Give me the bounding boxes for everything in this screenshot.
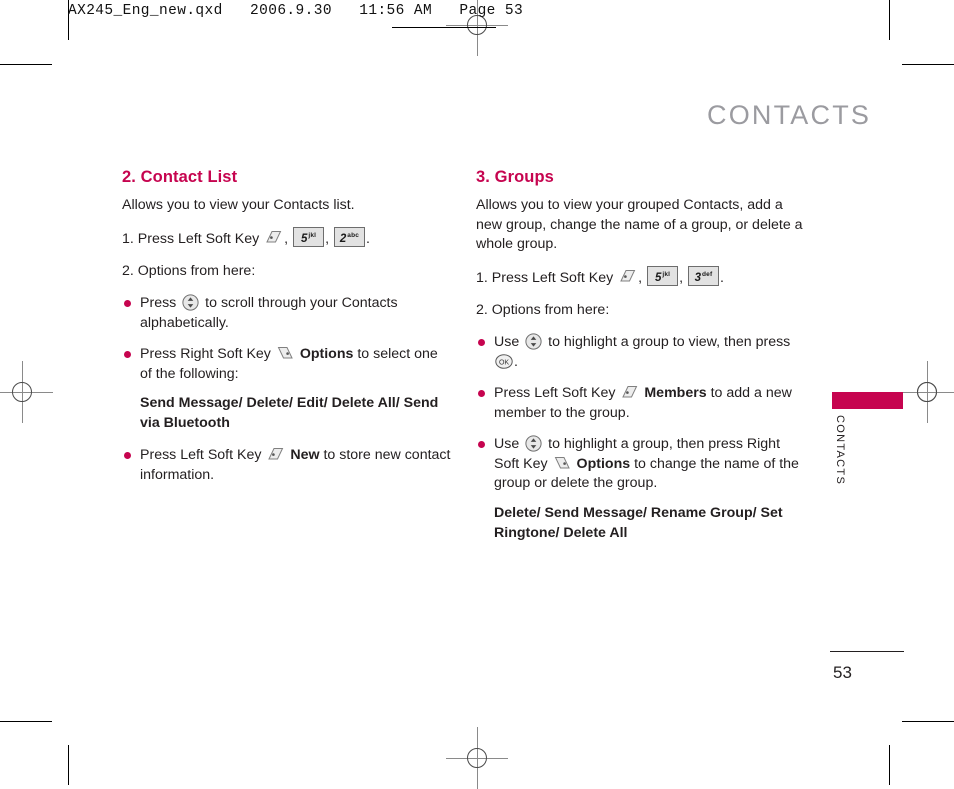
list-item: Use to highlight a group, then press Rig… — [476, 435, 806, 543]
crop-mark-bottom-left-vertical — [68, 745, 69, 785]
option-values-groups: Delete/ Send Message/ Rename Group/ Set … — [494, 504, 783, 541]
list-item: Press Left Soft Key New to store new con… — [122, 446, 452, 485]
bullet-text-post: to scroll through your Contacts alphabet… — [140, 295, 398, 331]
step-2-groups: 2. Options from here: — [476, 302, 610, 319]
footer-rule — [830, 651, 904, 652]
section-title-groups: 3. Groups — [476, 168, 554, 186]
list-item: Press to scroll through your Contacts al… — [122, 294, 452, 333]
list-item: Press Left Soft Key Members to add a new… — [476, 384, 806, 423]
section-intro-groups: Allows you to view your grouped Contacts… — [476, 197, 803, 252]
bullet-text-pre: Use — [494, 334, 520, 351]
step-1-groups: 1. Press Left Soft Key , 5jkl, 3def. — [476, 265, 806, 288]
period-1: . — [365, 230, 370, 247]
step-1-contact-list: 1. Press Left Soft Key , 5jkl, 2abc. — [122, 226, 452, 249]
step-1-text: 1. Press Left Soft Key — [476, 269, 614, 286]
navigation-key-icon — [525, 435, 542, 452]
registration-mark-side-tab — [896, 361, 954, 423]
print-header-text: AX245_Eng_new.qxd 2006.9.30 11:56 AM Pag… — [68, 3, 524, 19]
crop-mark-bottom-right-horizontal — [902, 721, 954, 722]
registration-mark-bottom — [446, 727, 508, 789]
document-page: { "print_header": { "text": "AX245_Eng_n… — [0, 0, 954, 789]
keypad-key-5: 5jkl — [647, 265, 679, 287]
section-groups: 3. Groups Allows you to view your groupe… — [476, 168, 806, 555]
navigation-key-icon — [182, 294, 199, 311]
left-soft-key-icon — [621, 385, 638, 399]
svg-text:OK: OK — [499, 359, 509, 366]
bullet-dot-icon — [124, 300, 131, 308]
comma-2: , — [325, 230, 330, 247]
right-soft-key-icon — [277, 346, 294, 360]
section-contact-list: 2. Contact List Allows you to view your … — [122, 168, 452, 497]
print-header-underline — [392, 27, 496, 28]
left-soft-key-icon — [265, 230, 282, 244]
bullet-bold-label: Members — [644, 385, 707, 402]
keypad-key-2: 2abc — [333, 226, 365, 248]
crop-mark-bottom-left-horizontal — [0, 721, 52, 722]
step-1-text: 1. Press Left Soft Key — [122, 230, 260, 247]
bullet-text-pre: Press Left Soft Key — [494, 385, 616, 402]
bullet-dot-icon — [124, 452, 131, 460]
bullet-dot-icon — [478, 339, 485, 347]
crop-mark-bottom-right-vertical — [889, 745, 890, 785]
left-soft-key-icon — [619, 269, 636, 283]
header-rule-right — [889, 0, 890, 40]
comma-1: , — [284, 230, 289, 247]
period-1: . — [719, 269, 724, 286]
option-values-contact-list: Send Message/ Delete/ Edit/ Delete All/ … — [140, 395, 439, 432]
keypad-key-5: 5jkl — [293, 226, 325, 248]
crop-mark-top-right-horizontal — [902, 64, 954, 65]
crop-mark-top-left-horizontal — [0, 64, 52, 65]
section-title-contact-list: 2. Contact List — [122, 168, 238, 186]
bullet-text-post: to highlight a group to view, then press — [548, 334, 791, 351]
list-item: Press Right Soft Key Options to select o… — [122, 345, 452, 433]
page-title: CONTACTS — [707, 100, 872, 130]
side-tab-label: CONTACTS — [834, 415, 846, 486]
bullet-bold-label: New — [290, 447, 320, 464]
navigation-key-icon — [525, 333, 542, 350]
bullet-text-pre: Use — [494, 436, 520, 453]
options-list-contact-list: Press to scroll through your Contacts al… — [122, 294, 452, 485]
comma-2: , — [679, 269, 684, 286]
right-soft-key-icon — [554, 456, 571, 470]
left-soft-key-icon — [267, 447, 284, 461]
bullet-tail: . — [514, 353, 518, 370]
bullet-text-pre: Press — [140, 295, 177, 312]
comma-1: , — [638, 269, 643, 286]
bullet-dot-icon — [124, 351, 131, 359]
bullet-dot-icon — [478, 390, 485, 398]
keypad-key-3: 3def — [687, 265, 719, 287]
section-intro-contact-list: Allows you to view your Contacts list. — [122, 197, 355, 213]
step-2-contact-list: 2. Options from here: — [122, 263, 256, 280]
bullet-bold-label: Options — [576, 455, 631, 472]
options-list-groups: Use to highlight a group to view, then p… — [476, 333, 806, 543]
bullet-text-pre: Press Right Soft Key — [140, 346, 271, 363]
side-tab-bar — [832, 392, 903, 409]
bullet-bold-label: Options — [299, 346, 354, 363]
bullet-dot-icon — [478, 441, 485, 449]
bullet-text-pre: Press Left Soft Key — [140, 447, 262, 464]
list-item: Use to highlight a group to view, then p… — [476, 333, 806, 372]
page-number: 53 — [833, 663, 852, 682]
ok-key-icon: OK — [495, 354, 513, 369]
registration-mark-left — [0, 361, 53, 423]
